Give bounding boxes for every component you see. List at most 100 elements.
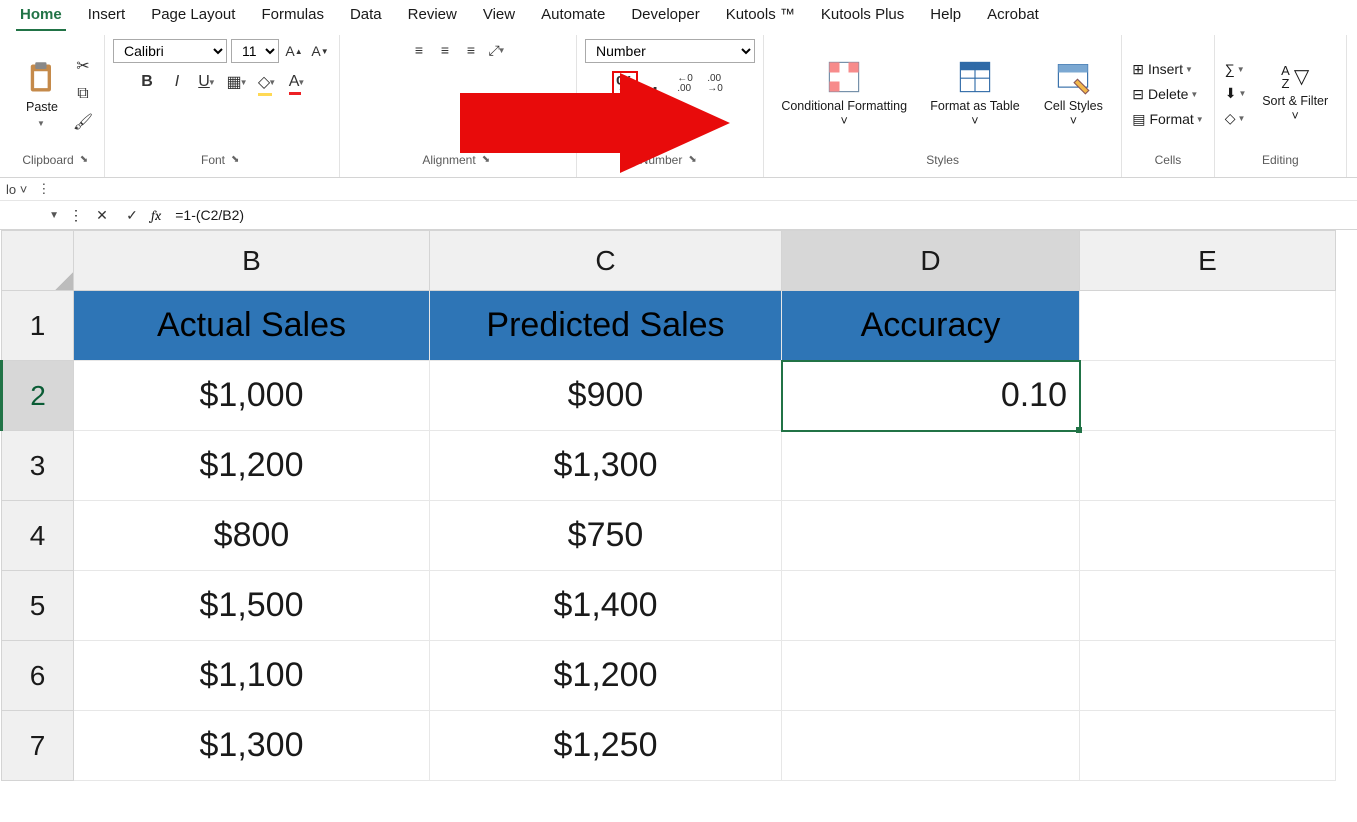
font-size-select[interactable]: 11 <box>231 39 279 63</box>
format-cells-button[interactable]: ▤Format▼ <box>1130 109 1206 130</box>
cell-D2[interactable]: 0.10 <box>782 361 1080 431</box>
cell-D1[interactable]: Accuracy <box>782 291 1080 361</box>
align-bottom-button[interactable]: ≡ <box>460 39 482 61</box>
row-header-3[interactable]: 3 <box>2 431 74 501</box>
table-icon <box>957 59 993 95</box>
cell-E7[interactable] <box>1080 711 1336 781</box>
cell-C5[interactable]: $1,400 <box>430 571 782 641</box>
cell-B6[interactable]: $1,100 <box>74 641 430 711</box>
formula-input[interactable]: =1-(C2/B2) <box>169 205 1351 225</box>
format-as-table-button[interactable]: Format as Table ˅ <box>920 55 1029 133</box>
cell-B2[interactable]: $1,000 <box>74 361 430 431</box>
autosum-button[interactable]: ∑▼ <box>1223 59 1249 79</box>
paste-button[interactable]: Paste ▼ <box>18 56 66 133</box>
cell-E5[interactable] <box>1080 571 1336 641</box>
col-header-E[interactable]: E <box>1080 231 1336 291</box>
tab-formulas[interactable]: Formulas <box>257 4 328 31</box>
cell-B7[interactable]: $1,300 <box>74 711 430 781</box>
insert-cells-button[interactable]: ⊞Insert▼ <box>1130 59 1206 80</box>
decrease-decimal-button[interactable]: .00→0 <box>702 71 728 97</box>
enter-formula-button[interactable]: ✓ <box>121 204 143 226</box>
tab-home[interactable]: Home <box>16 4 66 31</box>
insert-function-button[interactable]: fx <box>151 207 161 224</box>
row-header-1[interactable]: 1 <box>2 291 74 361</box>
italic-button[interactable]: I <box>164 69 190 95</box>
tab-automate[interactable]: Automate <box>537 4 609 31</box>
tab-data[interactable]: Data <box>346 4 386 31</box>
percent-style-button[interactable]: % <box>612 71 638 97</box>
align-middle-button[interactable]: ≡ <box>434 39 456 61</box>
align-top-button[interactable]: ≡ <box>408 39 430 61</box>
row-header-6[interactable]: 6 <box>2 641 74 711</box>
cell-D7[interactable] <box>782 711 1080 781</box>
row-header-2[interactable]: 2 <box>2 361 74 431</box>
copy-button[interactable]: ⧉ <box>70 81 96 107</box>
dialog-launcher-icon[interactable]: ⬊ <box>688 154 700 166</box>
clear-button[interactable]: ◇▼ <box>1223 108 1249 129</box>
cell-C4[interactable]: $750 <box>430 501 782 571</box>
row-header-7[interactable]: 7 <box>2 711 74 781</box>
tab-kutools-plus[interactable]: Kutools Plus <box>817 4 908 31</box>
row-header-4[interactable]: 4 <box>2 501 74 571</box>
dialog-launcher-icon[interactable]: ⬊ <box>80 154 92 166</box>
cell-C1[interactable]: Predicted Sales <box>430 291 782 361</box>
cell-B1[interactable]: Actual Sales <box>74 291 430 361</box>
cell-C7[interactable]: $1,250 <box>430 711 782 781</box>
fill-color-button[interactable]: ◇▼ <box>254 69 280 95</box>
number-format-select[interactable]: Number <box>585 39 755 63</box>
underline-button[interactable]: U▼ <box>194 69 220 95</box>
tab-review[interactable]: Review <box>404 4 461 31</box>
increase-font-button[interactable]: A▲ <box>283 40 305 62</box>
name-box[interactable]: ▼ <box>6 210 61 221</box>
sort-filter-button[interactable]: AZ▽ Sort & Filter ˅ <box>1252 60 1338 128</box>
select-all-corner[interactable] <box>2 231 74 291</box>
cell-D5[interactable] <box>782 571 1080 641</box>
decrease-font-button[interactable]: A▼ <box>309 40 331 62</box>
tab-acrobat[interactable]: Acrobat <box>983 4 1043 31</box>
cell-styles-button[interactable]: Cell Styles ˅ <box>1034 55 1114 133</box>
cell-E1[interactable] <box>1080 291 1336 361</box>
fill-button[interactable]: ⬇▼ <box>1223 83 1249 104</box>
delete-cells-button[interactable]: ⊟Delete▼ <box>1130 84 1206 105</box>
cell-B4[interactable]: $800 <box>74 501 430 571</box>
cancel-formula-button[interactable]: ✕ <box>91 204 113 226</box>
qat-item[interactable]: lo ˅ <box>6 182 27 197</box>
tab-insert[interactable]: Insert <box>84 4 130 31</box>
cell-C2[interactable]: $900 <box>430 361 782 431</box>
tab-page-layout[interactable]: Page Layout <box>147 4 239 31</box>
format-painter-button[interactable]: 🖌 <box>70 109 96 135</box>
cell-E2[interactable] <box>1080 361 1336 431</box>
row-header-5[interactable]: 5 <box>2 571 74 641</box>
cell-E4[interactable] <box>1080 501 1336 571</box>
cell-D4[interactable] <box>782 501 1080 571</box>
tab-help[interactable]: Help <box>926 4 965 31</box>
dialog-launcher-icon[interactable]: ⬊ <box>482 154 494 166</box>
cell-E6[interactable] <box>1080 641 1336 711</box>
group-clipboard: Paste ▼ ✂ ⧉ 🖌 Clipboard⬊ <box>10 35 105 177</box>
bold-button[interactable]: B <box>134 69 160 95</box>
cell-C6[interactable]: $1,200 <box>430 641 782 711</box>
comma-style-button[interactable]: , <box>642 71 668 97</box>
cell-C3[interactable]: $1,300 <box>430 431 782 501</box>
borders-button[interactable]: ▦▼ <box>224 69 250 95</box>
qat-overflow[interactable]: ⋮ <box>37 181 50 197</box>
group-label: Number <box>640 153 683 167</box>
tab-kutools[interactable]: Kutools ™ <box>722 4 799 31</box>
cell-B3[interactable]: $1,200 <box>74 431 430 501</box>
cut-button[interactable]: ✂ <box>70 53 96 79</box>
conditional-formatting-button[interactable]: Conditional Formatting ˅ <box>772 55 916 133</box>
tab-developer[interactable]: Developer <box>627 4 703 31</box>
font-color-button[interactable]: A▼ <box>284 69 310 95</box>
increase-decimal-button[interactable]: ←0.00 <box>672 71 698 97</box>
cell-D3[interactable] <box>782 431 1080 501</box>
col-header-C[interactable]: C <box>430 231 782 291</box>
dialog-launcher-icon[interactable]: ⬊ <box>231 154 243 166</box>
col-header-D[interactable]: D <box>782 231 1080 291</box>
orientation-button[interactable]: ⤢▼ <box>486 39 508 61</box>
cell-B5[interactable]: $1,500 <box>74 571 430 641</box>
cell-D6[interactable] <box>782 641 1080 711</box>
cell-E3[interactable] <box>1080 431 1336 501</box>
font-name-select[interactable]: Calibri <box>113 39 227 63</box>
tab-view[interactable]: View <box>479 4 519 31</box>
col-header-B[interactable]: B <box>74 231 430 291</box>
